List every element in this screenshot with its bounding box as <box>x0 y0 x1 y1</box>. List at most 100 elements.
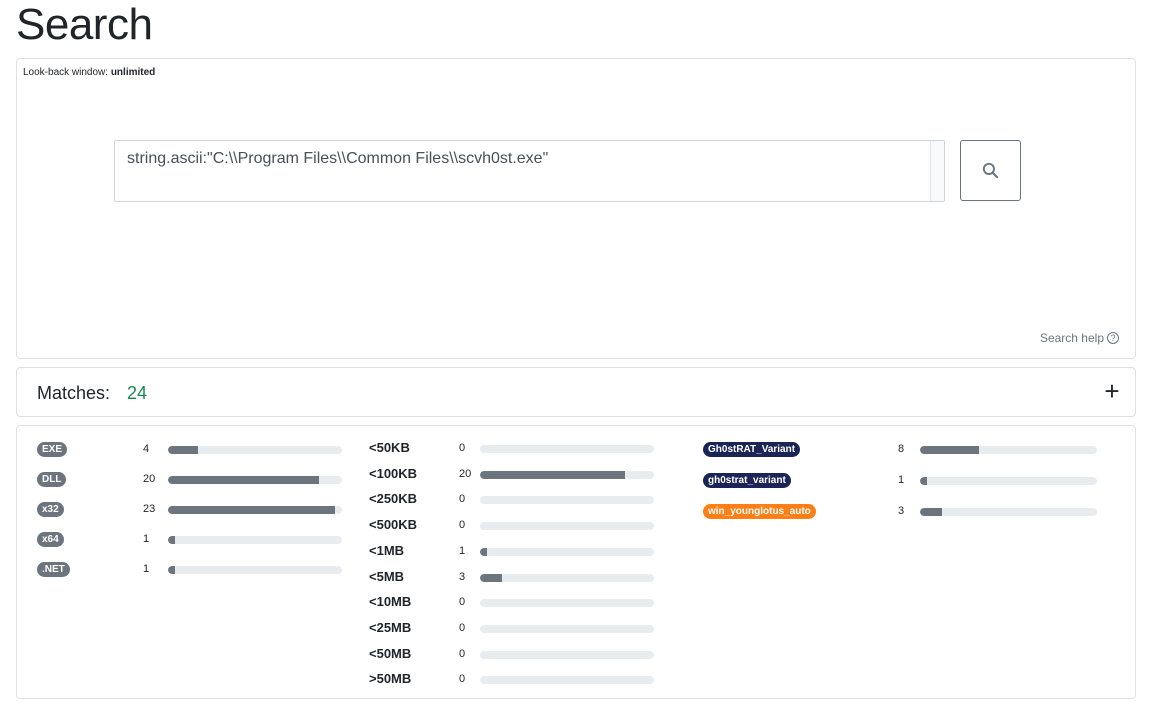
facet-count: 0 <box>459 673 466 686</box>
family-facet-row[interactable]: Gh0stRAT_Variant 8 <box>703 442 1103 458</box>
facet-bar-fill <box>920 508 943 516</box>
search-query-text: string.ascii:"C:\\Program Files\\Common … <box>127 150 549 167</box>
facet-bar <box>480 470 654 479</box>
file-type-facet-row[interactable]: DLL 20 <box>37 472 342 488</box>
file-type-badge[interactable]: x32 <box>37 502 64 517</box>
family-facet-row[interactable]: win_younglotus_auto 3 <box>703 504 1103 520</box>
facet-bar <box>480 445 654 453</box>
question-circle-icon: ? <box>1107 332 1119 344</box>
facet-bar-fill <box>480 470 626 479</box>
file-size-label[interactable]: <100KB <box>369 466 417 481</box>
file-type-facet-row[interactable]: x64 1 <box>37 532 342 548</box>
facet-bar <box>168 566 342 574</box>
facet-bar-fill <box>480 547 488 556</box>
lookback-value: unlimited <box>110 67 156 78</box>
page-title: Search <box>16 0 153 49</box>
facets-panel: EXE 4 DLL 20 x32 23 x64 1 .NET 1 <50KB 0 <100KB 20 <2… <box>16 425 1136 699</box>
facet-bar <box>920 477 1097 485</box>
file-size-facet-row[interactable]: >50MB 0 <box>369 671 659 688</box>
facet-bar-fill <box>168 536 176 544</box>
facet-bar <box>480 547 654 556</box>
facet-bar-fill <box>920 446 979 454</box>
facet-bar <box>920 508 1097 516</box>
file-type-badge[interactable]: .NET <box>37 562 70 577</box>
file-size-label[interactable]: <50KB <box>369 440 410 455</box>
search-help-link[interactable]: Search help ? <box>1040 331 1119 345</box>
search-help-label: Search help <box>1039 331 1104 345</box>
file-size-facet-row[interactable]: <50MB 0 <box>369 646 659 663</box>
file-size-label[interactable]: <25MB <box>369 620 411 635</box>
file-size-label[interactable]: <1MB <box>369 543 404 558</box>
facet-bar <box>480 624 654 633</box>
facet-count: 0 <box>459 493 466 506</box>
file-size-facet-row[interactable]: <250KB 0 <box>369 491 659 508</box>
facet-count: 8 <box>898 443 905 455</box>
facet-count: 4 <box>143 443 150 455</box>
facet-count: 20 <box>143 473 156 485</box>
lookback-window: Look-back window: unlimited <box>23 67 155 78</box>
facet-bar-fill <box>168 506 336 514</box>
expand-matches-button[interactable]: + <box>1102 378 1122 404</box>
file-type-facet-row[interactable]: .NET 1 <box>37 562 342 578</box>
facet-bar <box>168 476 342 484</box>
family-tag[interactable]: win_younglotus_auto <box>703 504 816 519</box>
facet-bar <box>480 650 654 659</box>
facet-bar <box>168 536 342 544</box>
file-size-label[interactable]: <5MB <box>369 569 404 584</box>
facet-count: 23 <box>143 503 156 515</box>
facet-count: 1 <box>143 533 150 545</box>
file-type-facet-row[interactable]: EXE 4 <box>37 442 342 458</box>
file-size-facet-row[interactable]: <5MB 3 <box>369 569 659 586</box>
file-size-label[interactable]: <10MB <box>369 594 411 609</box>
file-size-label[interactable]: >50MB <box>369 671 411 686</box>
search-button[interactable] <box>960 140 1021 201</box>
search-panel: Look-back window: unlimited string.ascii… <box>16 58 1136 359</box>
file-size-facet-row[interactable]: <50KB 0 <box>369 440 659 457</box>
file-size-facet-row[interactable]: <100KB 20 <box>369 466 659 483</box>
family-tag[interactable]: gh0strat_variant <box>703 473 791 488</box>
facet-bar-fill <box>168 476 320 484</box>
facet-count: 0 <box>459 647 466 660</box>
file-size-label[interactable]: <250KB <box>369 491 417 506</box>
facet-count: 0 <box>459 442 466 454</box>
facet-count: 20 <box>459 467 472 480</box>
facet-bar <box>168 446 342 454</box>
file-size-facet-row[interactable]: <25MB 0 <box>369 620 659 637</box>
facet-bar-fill <box>480 573 502 582</box>
facet-bar-fill <box>168 566 176 574</box>
search-input[interactable]: string.ascii:"C:\\Program Files\\Common … <box>114 140 945 202</box>
facet-bar <box>480 676 654 685</box>
family-facet-row[interactable]: gh0strat_variant 1 <box>703 473 1103 489</box>
facet-count: 1 <box>898 474 905 486</box>
file-type-badge[interactable]: x64 <box>37 532 64 547</box>
file-size-facet-row[interactable]: <10MB 0 <box>369 594 659 611</box>
matches-count: 24 <box>127 383 148 403</box>
facet-bar <box>480 496 654 505</box>
facet-count: 3 <box>459 570 466 583</box>
facet-bar <box>920 446 1097 454</box>
family-tag[interactable]: Gh0stRAT_Variant <box>703 442 801 457</box>
facet-bar <box>480 573 654 582</box>
file-size-facet-row[interactable]: <500KB 0 <box>369 517 659 534</box>
file-size-label[interactable]: <500KB <box>369 517 417 532</box>
facet-count: 0 <box>459 519 466 532</box>
file-size-facet-row[interactable]: <1MB 1 <box>369 543 659 560</box>
facet-count: 1 <box>459 544 466 557</box>
plus-icon: + <box>1104 376 1120 406</box>
facet-count: 1 <box>143 563 150 575</box>
file-type-badge[interactable]: EXE <box>37 442 68 457</box>
facet-bar-fill <box>920 477 928 485</box>
facet-count: 0 <box>459 621 466 634</box>
facet-bar <box>480 522 654 531</box>
file-type-badge[interactable]: DLL <box>37 472 67 487</box>
search-input-scrollbar[interactable] <box>930 141 944 201</box>
facet-bar <box>480 599 654 608</box>
facet-count: 0 <box>459 596 466 609</box>
facet-bar <box>168 506 342 514</box>
facet-count: 3 <box>898 505 905 517</box>
file-size-label[interactable]: <50MB <box>369 646 411 661</box>
facet-bar-fill <box>168 446 199 454</box>
file-type-facet-row[interactable]: x32 23 <box>37 502 342 518</box>
matches-panel: Matches: 24 + <box>16 367 1136 417</box>
matches-label: Matches: <box>37 383 111 403</box>
